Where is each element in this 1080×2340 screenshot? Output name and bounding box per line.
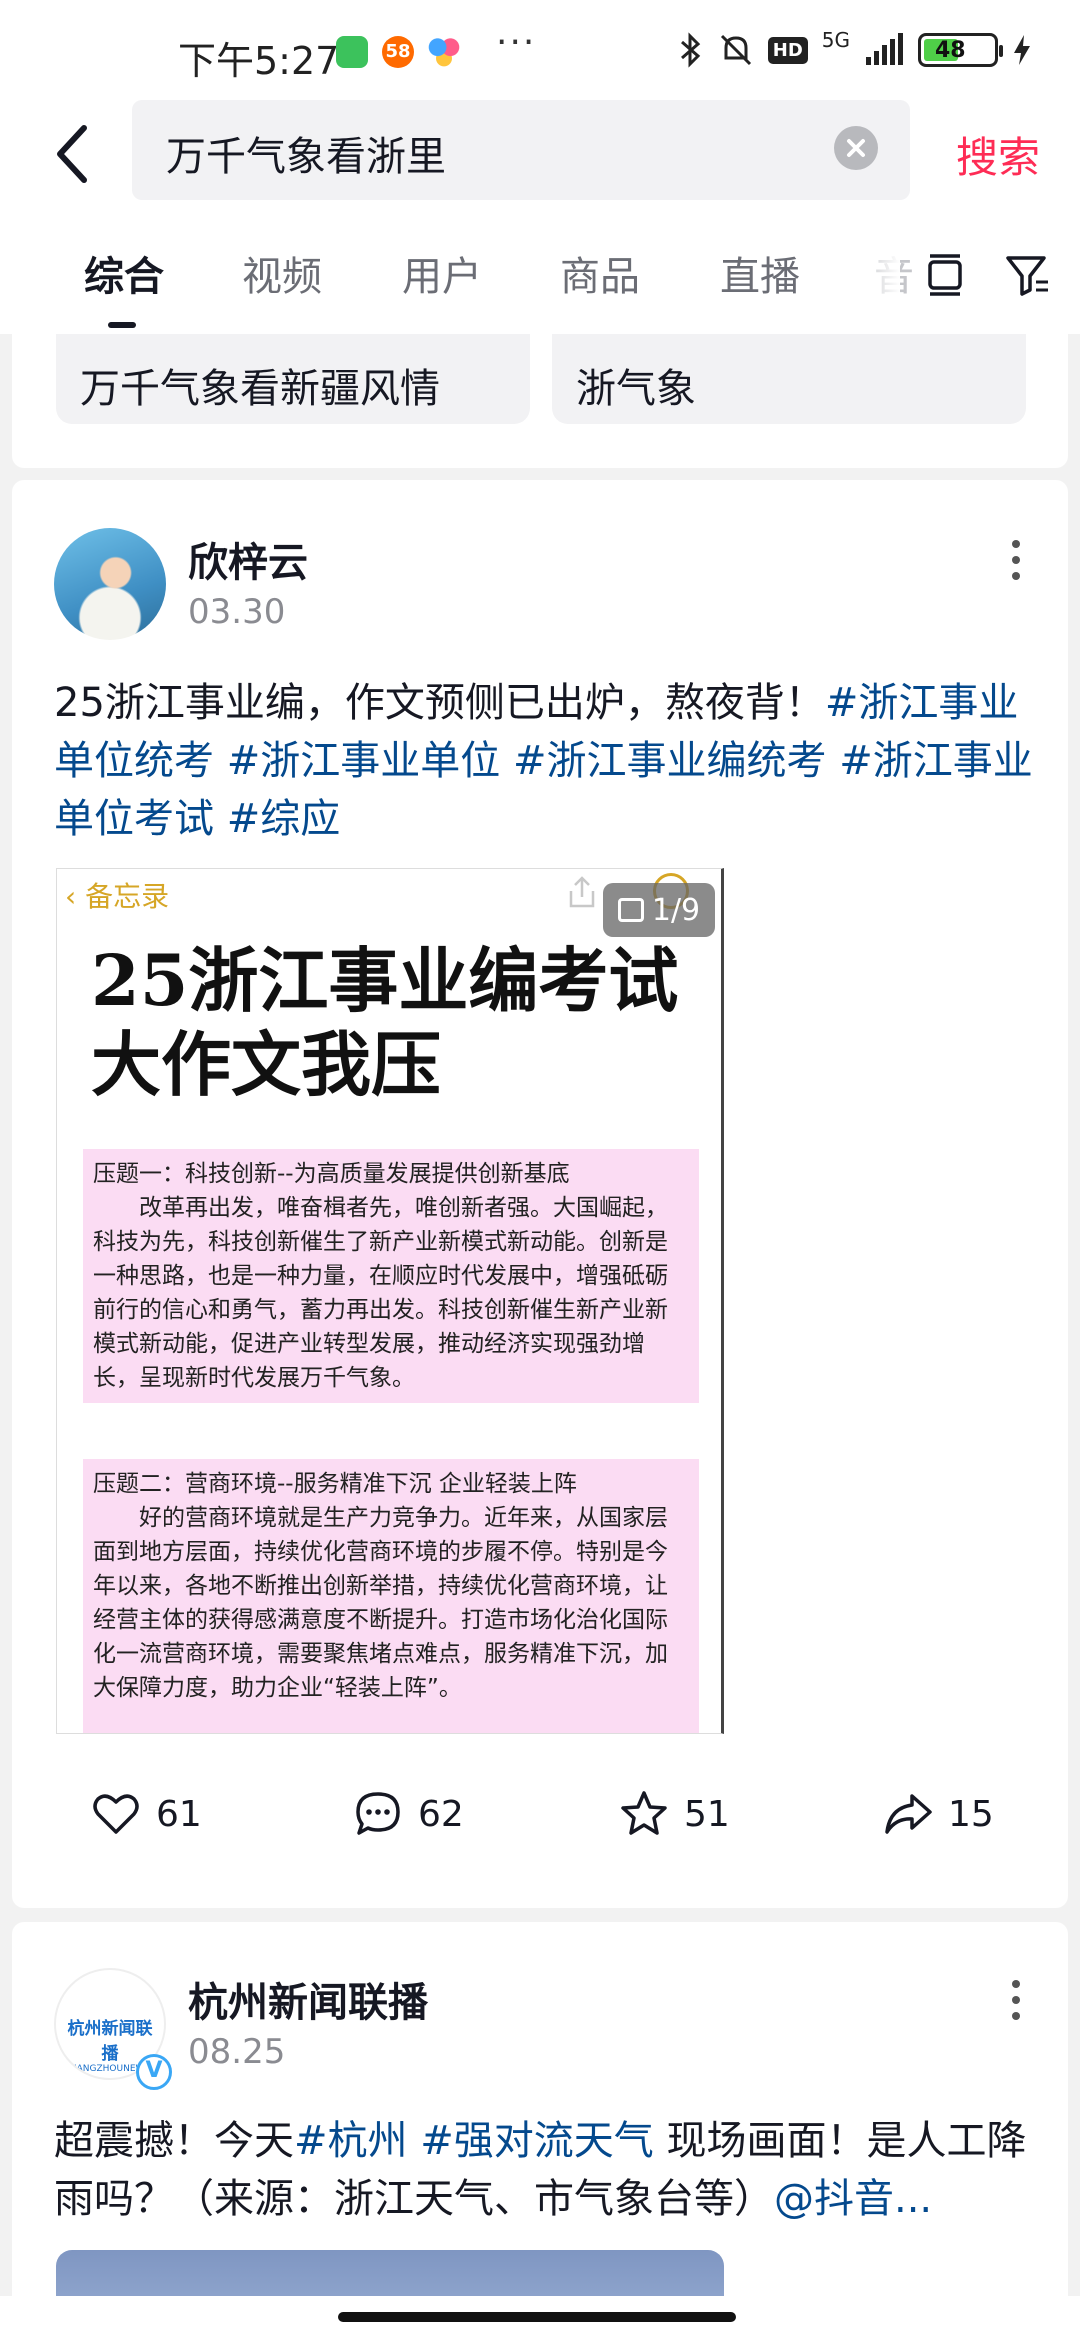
post-author[interactable]: 欣梓云 [188,530,308,588]
favorite-button[interactable]: 51 [618,1788,730,1840]
comment-count: 62 [418,1793,464,1835]
search-tabs: 综合 视频 用户 商品 直播 音 [0,210,1080,334]
search-input[interactable]: 万千气象看浙里 [132,100,910,200]
memo-back-label: ‹ 备忘录 [65,880,170,913]
clear-search-button[interactable] [834,126,878,170]
network-type: 5G [821,28,850,52]
like-button[interactable]: 61 [90,1788,202,1840]
caption-text: 超震撼！今天 [54,2118,294,2164]
search-query: 万千气象看浙里 [166,134,446,180]
more-notifications-icon: ··· [496,22,537,63]
gesture-bar [0,2296,1080,2340]
home-indicator[interactable] [338,2312,736,2322]
status-right-icons: HD 5G 48 [678,28,1032,68]
post-actions: 61 62 51 15 [12,1788,1068,1858]
hashtag[interactable]: #浙江事业单位 [227,738,501,784]
battery-icon: 48 [918,33,1003,67]
memo-block: 压题二：营商环境--服务精准下沉 企业轻装上阵 好的营商环境就是生产力竞争力。近… [83,1459,699,1733]
share-count: 15 [948,1793,994,1835]
tab-fade [860,240,900,300]
wechat-notification-icon [336,36,368,68]
mute-bell-icon [720,34,751,66]
app-flower-icon [428,36,460,68]
hd-badge: HD [767,36,808,64]
signal-icon [866,33,903,65]
search-header: 万千气象看浙里 搜索 [0,100,1080,210]
filter-icon[interactable] [1004,252,1050,298]
bluetooth-icon [680,32,700,68]
memo-block: 压题一：科技创新--为高质量发展提供创新基底 改革再出发，唯奋楫者先，唯创新者强… [83,1149,699,1403]
tab-product[interactable]: 商品 [560,244,640,302]
more-options-icon[interactable] [1012,1980,1022,2024]
favorite-count: 51 [684,1793,730,1835]
active-tab-indicator [108,322,136,328]
tab-live[interactable]: 直播 [720,244,800,302]
post-card[interactable]: 杭州新闻联播 HANGZHOUNEWS V 杭州新闻联播 08.25 超震撼！今… [12,1922,1068,2340]
mention-link[interactable]: @抖音... [774,2176,932,2222]
search-button[interactable]: 搜索 [956,124,1040,185]
comment-button[interactable]: 62 [352,1788,464,1840]
post-image[interactable]: ‹ 备忘录 1/9 25浙江事业编考试 大作文我压 压题一：科技创新--为高质量… [56,868,724,1734]
star-icon [621,1791,667,1835]
memo-title: 25浙江事业编考试 大作文我压 [91,939,679,1106]
back-arrow-icon[interactable] [42,114,112,194]
charging-icon [1014,35,1030,65]
share-icon [569,876,595,908]
more-options-icon[interactable] [1012,540,1022,584]
post-date: 03.30 [188,592,286,632]
verified-badge-icon: V [136,2054,172,2090]
post-author[interactable]: 杭州新闻联播 [188,1970,428,2028]
post-card[interactable]: 欣梓云 03.30 25浙江事业编，作文预侧已出炉，熬夜背！#浙江事业单位统考 … [12,480,1068,1908]
tab-user[interactable]: 用户 [402,244,482,302]
heart-icon [93,1794,139,1834]
hashtag[interactable]: #杭州 [294,2118,408,2164]
share-button[interactable]: 15 [882,1788,994,1840]
status-bar: 下午5:27 58 ··· HD 5G 48 [0,0,1080,100]
avatar[interactable] [54,528,166,640]
comment-icon [356,1792,400,1835]
layout-toggle-icon[interactable] [922,252,968,298]
post-date: 08.25 [188,2032,286,2072]
like-count: 61 [156,1793,202,1835]
tab-video[interactable]: 视频 [242,244,322,302]
related-searches: 万千气象看新疆风情 浙气象 [12,334,1068,468]
hashtag[interactable]: #综应 [227,796,341,842]
close-icon [847,139,865,157]
caption-text: 25浙江事业编，作文预侧已出炉，熬夜背！ [54,680,825,726]
status-app-icons: 58 [336,36,460,68]
battery-level: 48 [935,37,966,63]
hashtag[interactable]: #浙江事业编统考 [513,738,827,784]
hashtag[interactable]: #强对流天气 [420,2118,654,2164]
tab-comprehensive[interactable]: 综合 [84,244,164,302]
app-58-icon: 58 [382,36,414,68]
related-search-chip[interactable]: 浙气象 [552,334,1026,424]
gallery-icon [617,898,644,922]
post-caption[interactable]: 25浙江事业编，作文预侧已出炉，熬夜背！#浙江事业单位统考 #浙江事业单位 #浙… [54,674,1034,848]
post-caption[interactable]: 超震撼！今天#杭州 #强对流天气 现场画面！是人工降雨吗？（来源：浙江天气、市气… [54,2112,1034,2228]
related-search-chip[interactable]: 万千气象看新疆风情 [56,334,530,424]
image-counter: 1/9 [603,883,715,937]
status-time: 下午5:27 [178,39,340,83]
share-arrow-icon [885,1794,932,1834]
